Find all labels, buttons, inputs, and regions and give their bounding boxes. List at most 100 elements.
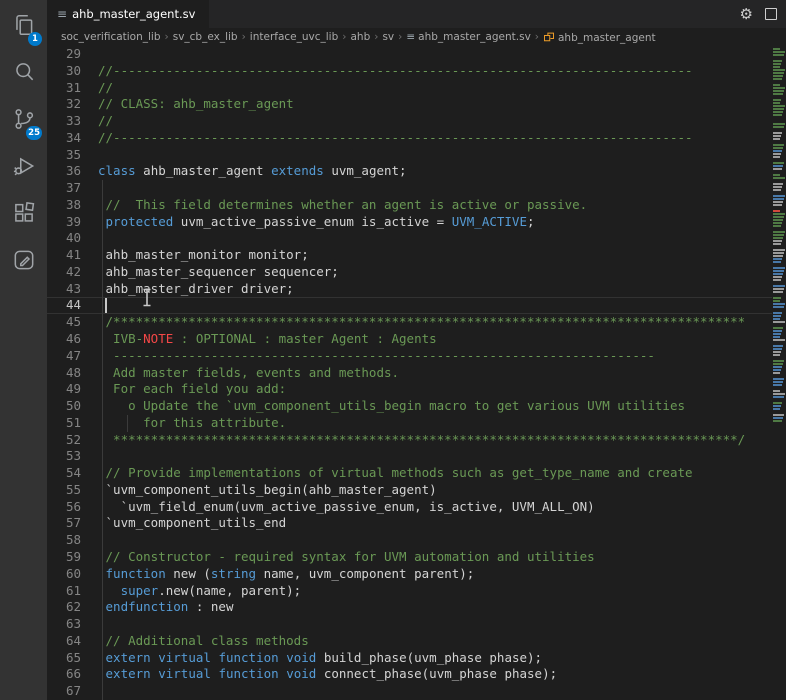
line-number[interactable]: 34 xyxy=(47,130,98,147)
line-number[interactable]: 38 xyxy=(47,197,98,214)
code-line[interactable]: 63 xyxy=(47,616,772,633)
minimap[interactable] xyxy=(772,46,786,700)
minimap-row xyxy=(773,363,783,365)
code-line[interactable]: 47 -------------------------------------… xyxy=(47,348,772,365)
code-line[interactable]: 45 /************************************… xyxy=(47,314,772,331)
code-line[interactable]: 67 xyxy=(47,683,772,700)
line-number[interactable]: 42 xyxy=(47,264,98,281)
line-number[interactable]: 61 xyxy=(47,583,98,600)
line-number[interactable]: 30 xyxy=(47,63,98,80)
line-number[interactable]: 47 xyxy=(47,348,98,365)
line-number[interactable]: 41 xyxy=(47,247,98,264)
code-line[interactable]: 38 // This field determines whether an a… xyxy=(47,197,772,214)
minimap-row xyxy=(773,153,781,155)
code-line[interactable]: 53 xyxy=(47,448,772,465)
tab-ahb-master-agent[interactable]: ≡ ahb_master_agent.sv xyxy=(47,0,209,28)
code-line[interactable]: 36 class ahb_master_agent extends uvm_age… xyxy=(47,163,772,180)
line-number[interactable]: 37 xyxy=(47,180,98,197)
line-number[interactable]: 52 xyxy=(47,432,98,449)
line-number[interactable]: 43 xyxy=(47,281,98,298)
code-line[interactable]: 50 o Update the `uvm_component_utils_beg… xyxy=(47,398,772,415)
line-number[interactable]: 53 xyxy=(47,448,98,465)
line-number[interactable]: 63 xyxy=(47,616,98,633)
code-editor[interactable]: 29 30//----------------------------------… xyxy=(47,46,786,700)
activity-item-source-control[interactable]: 25 xyxy=(0,97,47,144)
line-number[interactable]: 55 xyxy=(47,482,98,499)
line-number[interactable]: 57 xyxy=(47,515,98,532)
line-number[interactable]: 35 xyxy=(47,147,98,164)
minimap-row xyxy=(773,342,784,344)
code-line[interactable]: 34//------------------------------------… xyxy=(47,130,772,147)
line-number[interactable]: 50 xyxy=(47,398,98,415)
activity-item-pencil-box[interactable] xyxy=(0,238,47,285)
breadcrumb-symbol[interactable]: ahb_master_agent xyxy=(543,31,656,44)
line-number[interactable]: 58 xyxy=(47,532,98,549)
line-number[interactable]: 54 xyxy=(47,465,98,482)
line-number[interactable]: 29 xyxy=(47,46,98,63)
line-number[interactable]: 56 xyxy=(47,499,98,516)
code-line[interactable]: 56 `uvm_field_enum(uvm_active_passive_en… xyxy=(47,499,772,516)
line-number[interactable]: 36 xyxy=(47,163,98,180)
code-line[interactable]: 42 ahb_master_sequencer sequencer; xyxy=(47,264,772,281)
code-line[interactable]: 57 `uvm_component_utils_end xyxy=(47,515,772,532)
line-number[interactable]: 46 xyxy=(47,331,98,348)
line-number[interactable]: 62 xyxy=(47,599,98,616)
code-line[interactable]: 58 xyxy=(47,532,772,549)
settings-gear-icon[interactable]: ⚙ xyxy=(740,6,753,22)
code-line[interactable]: 46 IVB-NOTE : OPTIONAL : master Agent : … xyxy=(47,331,772,348)
line-number[interactable]: 33 xyxy=(47,113,98,130)
code-line[interactable]: 61 super.new(name, parent); xyxy=(47,583,772,600)
breadcrumb-item[interactable]: interface_uvc_lib xyxy=(250,31,338,43)
line-number[interactable]: 64 xyxy=(47,633,98,650)
activity-item-run-debug[interactable] xyxy=(0,144,47,191)
line-number[interactable]: 39 xyxy=(47,214,98,231)
code-line[interactable]: 33// xyxy=(47,113,772,130)
code-line[interactable]: 48 Add master fields, events and methods… xyxy=(47,365,772,382)
code-line[interactable]: 30//------------------------------------… xyxy=(47,63,772,80)
code-line[interactable]: 29 xyxy=(47,46,772,63)
code-line[interactable]: 49 For each field you add: xyxy=(47,381,772,398)
breadcrumb-item[interactable]: ahb xyxy=(350,31,370,43)
line-number[interactable]: 65 xyxy=(47,650,98,667)
code-line[interactable]: 64 // Additional class methods xyxy=(47,633,772,650)
code-line[interactable]: 40 xyxy=(47,230,772,247)
line-number[interactable]: 48 xyxy=(47,365,98,382)
line-number[interactable]: 44 xyxy=(47,297,98,314)
breadcrumb-file[interactable]: ≡ ahb_master_agent.sv xyxy=(406,31,530,43)
code-line[interactable]: 39 protected uvm_active_passive_enum is_… xyxy=(47,214,772,231)
line-number[interactable]: 51 xyxy=(47,415,98,432)
line-number[interactable]: 59 xyxy=(47,549,98,566)
editor-layout-icon[interactable] xyxy=(765,8,777,20)
code-line[interactable]: 62 endfunction : new xyxy=(47,599,772,616)
line-number[interactable]: 40 xyxy=(47,230,98,247)
line-number[interactable]: 67 xyxy=(47,683,98,700)
activity-item-search[interactable] xyxy=(0,50,47,97)
line-number[interactable]: 66 xyxy=(47,666,98,683)
code-line[interactable]: 52 *************************************… xyxy=(47,432,772,449)
code-line[interactable]: 32// CLASS: ahb_master_agent xyxy=(47,96,772,113)
activity-item-extensions[interactable] xyxy=(0,191,47,238)
line-number[interactable]: 49 xyxy=(47,381,98,398)
code-line[interactable]: 51 for this attribute. xyxy=(47,415,772,432)
line-number[interactable]: 32 xyxy=(47,96,98,113)
code-line[interactable]: 66 extern virtual function void connect_… xyxy=(47,666,772,683)
breadcrumb-item[interactable]: sv xyxy=(382,31,394,43)
line-number[interactable]: 60 xyxy=(47,566,98,583)
code-line[interactable]: 65 extern virtual function void build_ph… xyxy=(47,650,772,667)
line-number[interactable]: 31 xyxy=(47,80,98,97)
code-line[interactable]: 59 // Constructor - required syntax for … xyxy=(47,549,772,566)
code-line[interactable]: 44 xyxy=(47,297,772,314)
code-line[interactable]: 35 xyxy=(47,147,772,164)
code-line[interactable]: 54 // Provide implementations of virtual… xyxy=(47,465,772,482)
breadcrumb-item[interactable]: soc_verification_lib xyxy=(61,31,161,43)
line-number[interactable]: 45 xyxy=(47,314,98,331)
code-line[interactable]: 37 xyxy=(47,180,772,197)
code-line[interactable]: 60 function new (string name, uvm_compon… xyxy=(47,566,772,583)
code-line[interactable]: 41 ahb_master_monitor monitor; xyxy=(47,247,772,264)
breadcrumb-item[interactable]: sv_cb_ex_lib xyxy=(173,31,238,43)
code-line[interactable]: 43 ahb_master_driver driver; xyxy=(47,281,772,298)
activity-item-explorer[interactable]: 1 xyxy=(0,3,47,50)
code-line[interactable]: 55 `uvm_component_utils_begin(ahb_master… xyxy=(47,482,772,499)
code-line[interactable]: 31// xyxy=(47,80,772,97)
search-icon xyxy=(11,59,37,89)
